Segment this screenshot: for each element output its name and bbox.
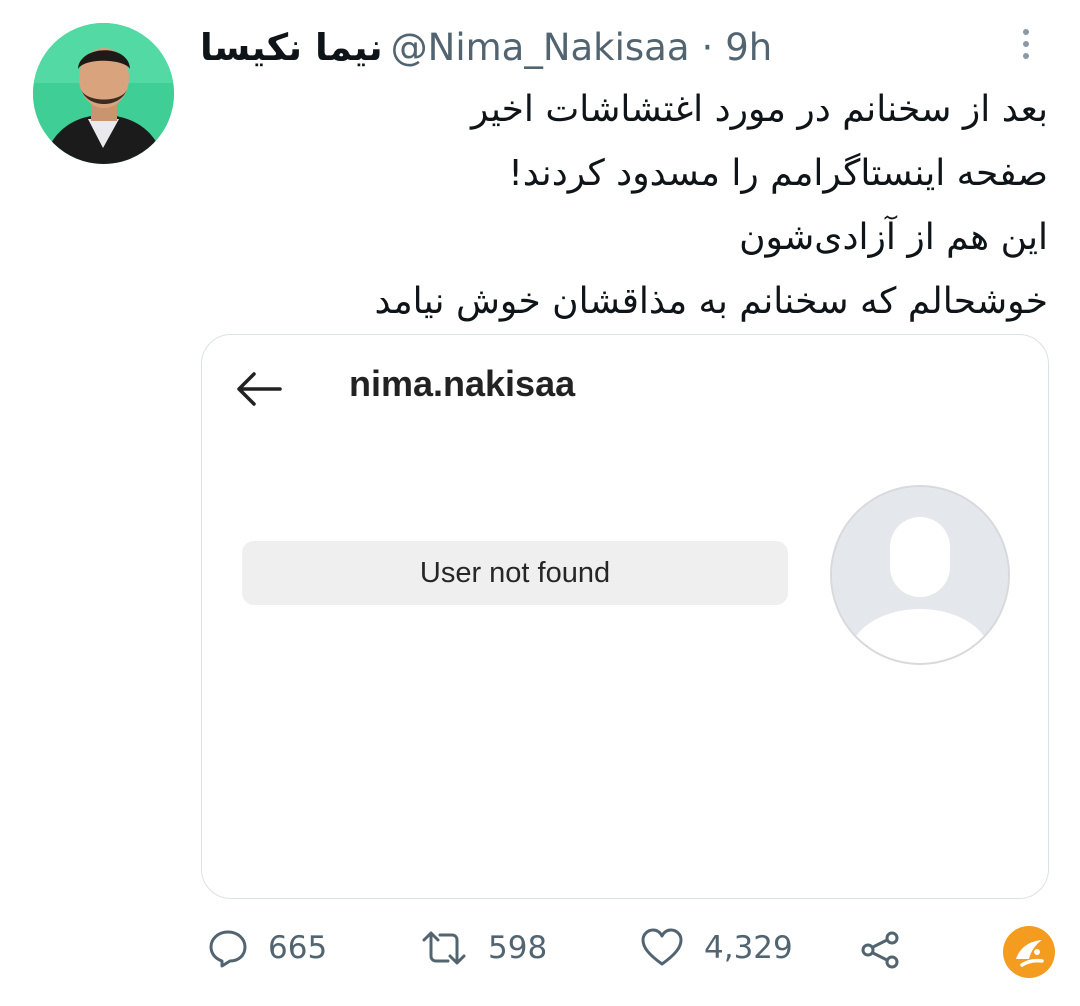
- watermark-logo-icon: [1002, 925, 1056, 979]
- share-button[interactable]: [858, 930, 922, 970]
- reply-count: 665: [268, 930, 328, 966]
- reply-button[interactable]: 665: [208, 928, 327, 968]
- default-avatar-icon: [830, 485, 1010, 665]
- tweet-text-line: این هم از آزادی‌شون: [739, 217, 1048, 258]
- retweet-button[interactable]: 598: [420, 928, 547, 968]
- user-handle[interactable]: @Nima_Nakisaa: [391, 26, 690, 69]
- more-vertical-icon[interactable]: [1012, 26, 1040, 62]
- tweet-actions: 665 598 4,329: [0, 920, 1080, 980]
- retweet-icon: [422, 931, 466, 965]
- tweet-text-line: صفحه اینستاگرامم را مسدود کردند!: [508, 153, 1048, 194]
- share-icon: [861, 931, 899, 969]
- tweet-text-line: بعد از سخنانم در مورد اغتشاشات اخیر: [470, 89, 1048, 130]
- tweet-text-line: خوشحالم که سخنانم به مذاقشان خوش نیامد: [374, 281, 1048, 322]
- avatar-photo: [33, 23, 174, 164]
- display-name[interactable]: نیما نکیسا: [200, 26, 383, 69]
- arrow-left-icon: [234, 369, 284, 409]
- like-button[interactable]: 4,329: [640, 928, 793, 968]
- like-count: 4,329: [704, 930, 793, 966]
- reply-icon: [209, 930, 247, 968]
- tweet-time[interactable]: 9h: [725, 26, 772, 69]
- retweet-count: 598: [488, 930, 548, 966]
- tweet: نیما نکیسا @Nima_Nakisaa · 9h بعد از سخن…: [0, 0, 1080, 1006]
- user-not-found-text: User not found: [419, 556, 611, 589]
- heart-icon: [641, 928, 683, 966]
- tweet-header: نیما نکیسا @Nima_Nakisaa · 9h: [200, 22, 772, 72]
- separator-dot: ·: [701, 25, 714, 69]
- avatar[interactable]: [33, 23, 174, 164]
- user-not-found-banner: User not found: [242, 541, 788, 605]
- instagram-username: nima.nakisaa: [349, 363, 576, 404]
- attached-screenshot[interactable]: nima.nakisaa User not found: [201, 334, 1049, 899]
- tweet-text: بعد از سخنانم در مورد اغتشاشات اخیر صفحه…: [228, 78, 1048, 334]
